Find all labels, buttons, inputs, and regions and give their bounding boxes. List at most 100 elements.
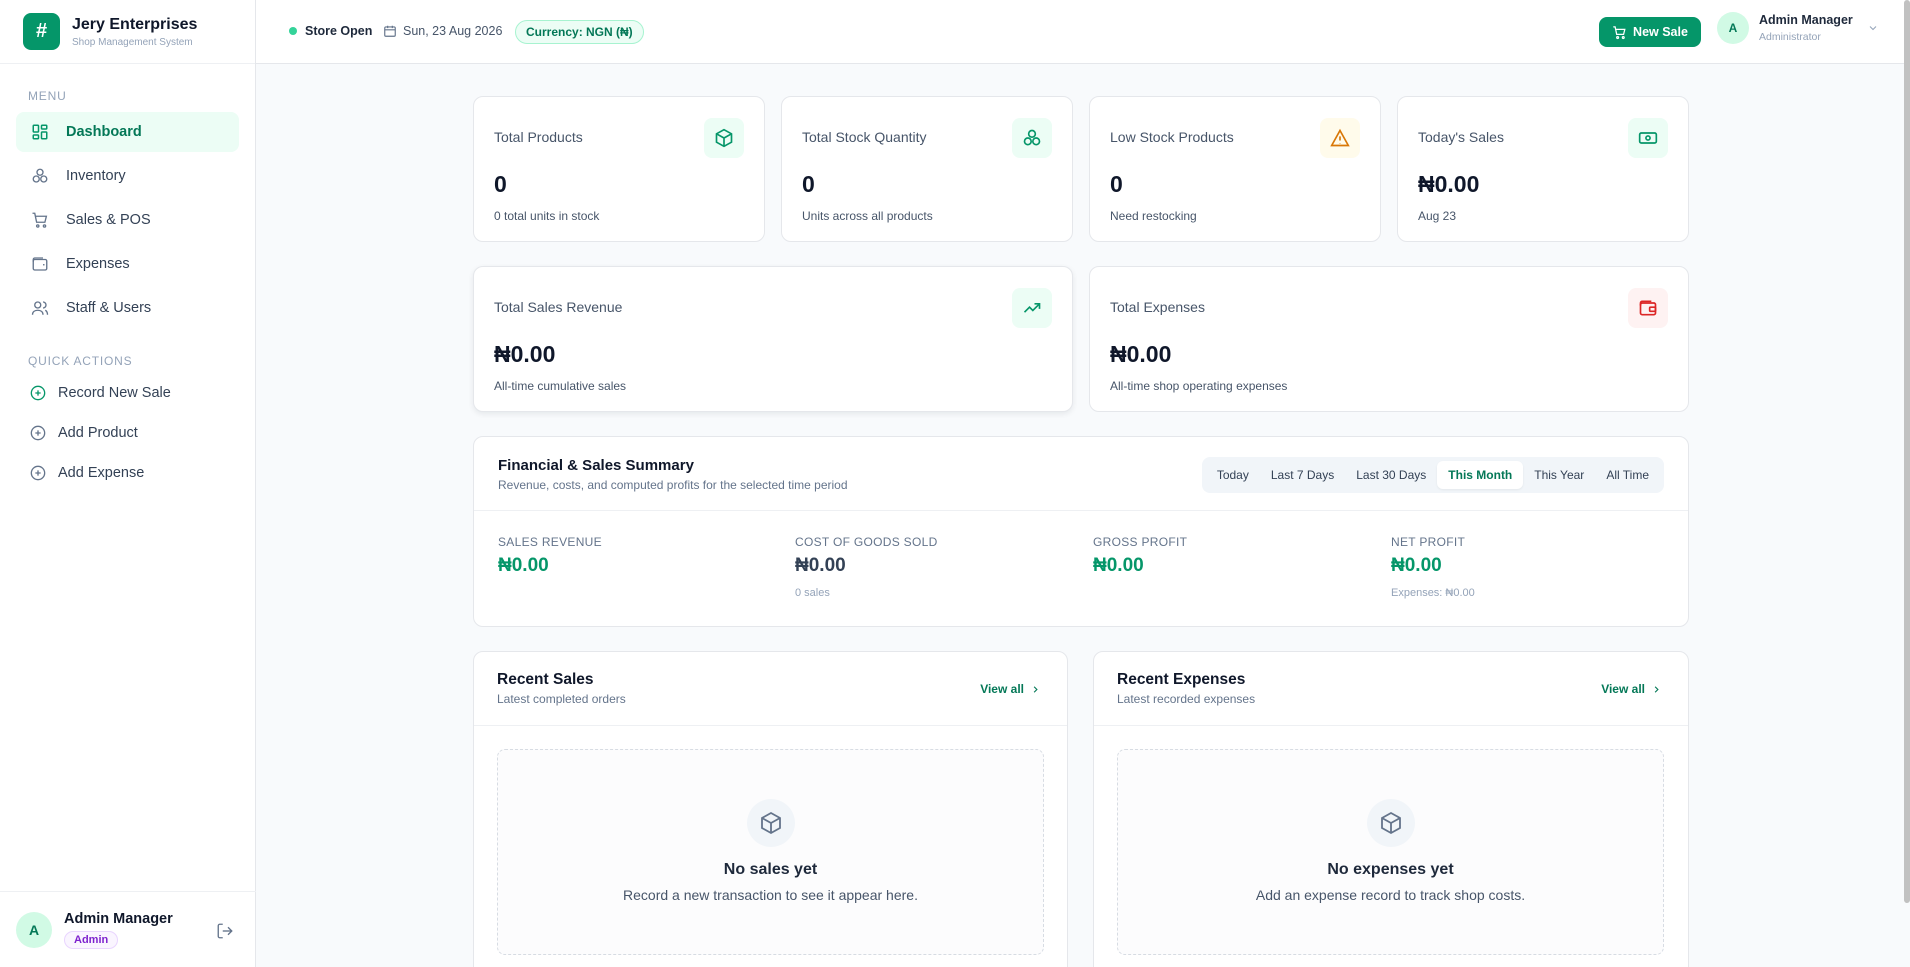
recent-sales-panel: Recent Sales Latest completed orders Vie… bbox=[473, 651, 1068, 967]
view-all-label: View all bbox=[980, 682, 1024, 696]
new-sale-button[interactable]: New Sale bbox=[1599, 17, 1701, 47]
metric-sales-revenue: SALES REVENUE ₦0.00 bbox=[498, 535, 602, 577]
empty-title: No sales yet bbox=[723, 861, 818, 878]
divider bbox=[1094, 725, 1688, 726]
layout-grid-icon bbox=[30, 122, 50, 142]
empty-box-icon bbox=[746, 799, 795, 847]
financial-summary-card: Financial & Sales Summary Revenue, costs… bbox=[473, 436, 1689, 627]
metric-gross-profit: GROSS PROFIT ₦0.00 bbox=[1093, 535, 1187, 577]
stat-title: Total Sales Revenue bbox=[494, 299, 623, 315]
metric-value: ₦0.00 bbox=[498, 555, 549, 576]
recent-expenses-panel: Recent Expenses Latest recorded expenses… bbox=[1093, 651, 1689, 967]
quick-action-label: Add Expense bbox=[58, 465, 145, 481]
stat-card-total-sales-revenue: Total Sales Revenue ₦0.00 All-time cumul… bbox=[473, 266, 1073, 412]
metric-label: COST OF GOODS SOLD bbox=[795, 535, 938, 549]
view-all-sales-link[interactable]: View all bbox=[980, 682, 1041, 696]
empty-subtitle: Record a new transaction to see it appea… bbox=[623, 887, 918, 903]
brand[interactable]: # Jery Enterprises Shop Management Syste… bbox=[0, 0, 255, 64]
tab-this-month[interactable]: This Month bbox=[1437, 461, 1524, 489]
quick-action-label: Record New Sale bbox=[58, 385, 171, 401]
wallet-icon bbox=[30, 254, 50, 274]
metric-label: GROSS PROFIT bbox=[1093, 535, 1188, 549]
sidebar-item-label: Dashboard bbox=[66, 124, 142, 140]
panel-title: Recent Sales bbox=[497, 671, 594, 688]
sidebar-item-inventory[interactable]: Inventory bbox=[16, 156, 239, 196]
plus-circle-icon bbox=[30, 385, 46, 401]
tab-all-time[interactable]: All Time bbox=[1595, 461, 1660, 489]
metric-value: ₦0.00 bbox=[795, 555, 846, 576]
stat-value: 0 bbox=[802, 171, 815, 197]
quick-action-label: Add Product bbox=[58, 425, 138, 441]
empty-box-icon bbox=[1366, 799, 1415, 847]
currency-badge: Currency: NGN (₦) bbox=[515, 20, 644, 44]
stat-subtext: 0 total units in stock bbox=[494, 209, 600, 223]
store-status-text: Store Open bbox=[305, 24, 373, 38]
metric-cost-of-goods-sold: COST OF GOODS SOLD ₦0.00 0 sales bbox=[795, 535, 938, 599]
new-sale-label: New Sale bbox=[1633, 25, 1688, 39]
metric-value: ₦0.00 bbox=[1093, 555, 1144, 576]
stat-subtext: All-time cumulative sales bbox=[494, 379, 627, 393]
divider bbox=[474, 510, 1688, 511]
store-status: Store Open bbox=[289, 24, 372, 38]
page-scrollbar[interactable] bbox=[1904, 0, 1910, 903]
view-all-expenses-link[interactable]: View all bbox=[1601, 682, 1662, 696]
sidebar-item-sales-pos[interactable]: Sales & POS bbox=[16, 200, 239, 240]
divider bbox=[474, 725, 1067, 726]
stat-title: Total Products bbox=[494, 129, 583, 145]
metric-label: SALES REVENUE bbox=[498, 535, 602, 549]
sidebar-item-expenses[interactable]: Expenses bbox=[16, 244, 239, 284]
user-role: Administrator bbox=[1759, 31, 1821, 43]
logout-icon[interactable] bbox=[216, 922, 234, 940]
sidebar-item-dashboard[interactable]: Dashboard bbox=[16, 112, 239, 152]
sidebar-item-staff-users[interactable]: Staff & Users bbox=[16, 288, 239, 328]
chevron-down-icon bbox=[1869, 26, 1877, 31]
tab-today[interactable]: Today bbox=[1206, 461, 1260, 489]
plus-circle-icon bbox=[30, 425, 46, 441]
plus-circle-icon bbox=[30, 465, 46, 481]
tab-last-30-days[interactable]: Last 30 Days bbox=[1345, 461, 1437, 489]
cart-icon bbox=[30, 210, 50, 230]
quick-actions-label: QUICK ACTIONS bbox=[28, 354, 133, 368]
menu-section-label: MENU bbox=[28, 89, 67, 103]
empty-title: No expenses yet bbox=[1327, 861, 1454, 878]
quick-record-new-sale[interactable]: Record New Sale bbox=[30, 385, 171, 401]
stat-value: ₦0.00 bbox=[1418, 171, 1480, 197]
brand-subtitle: Shop Management System bbox=[72, 36, 193, 48]
metric-note: 0 sales bbox=[795, 587, 830, 599]
stat-subtext: Need restocking bbox=[1110, 209, 1197, 223]
stat-card-total-products: Total Products 0 0 total units in stock bbox=[473, 96, 765, 242]
status-dot bbox=[289, 27, 297, 35]
stat-title: Total Stock Quantity bbox=[802, 129, 927, 145]
stat-subtext: Units across all products bbox=[802, 209, 933, 223]
empty-state: No sales yet Record a new transaction to… bbox=[497, 749, 1044, 955]
panel-title: Recent Expenses bbox=[1117, 671, 1246, 688]
user-menu[interactable]: A Admin Manager Administrator bbox=[1717, 12, 1879, 44]
metric-value: ₦0.00 bbox=[1391, 555, 1442, 576]
stat-value: ₦0.00 bbox=[494, 341, 556, 367]
trending-up-icon bbox=[1012, 288, 1052, 328]
empty-subtitle: Add an expense record to track shop cost… bbox=[1255, 887, 1526, 903]
quick-add-expense[interactable]: Add Expense bbox=[30, 465, 144, 481]
user-name: Admin Manager bbox=[1759, 13, 1853, 27]
brand-logo: # bbox=[23, 13, 60, 50]
avatar: A bbox=[16, 911, 52, 948]
boxes-icon bbox=[1012, 118, 1052, 158]
view-all-label: View all bbox=[1601, 682, 1645, 696]
tab-this-year[interactable]: This Year bbox=[1523, 461, 1595, 489]
date-text: Sun, 23 Aug 2026 bbox=[403, 24, 503, 38]
stat-title: Total Expenses bbox=[1110, 299, 1205, 315]
sidebar-item-label: Expenses bbox=[66, 256, 130, 272]
panel-subtitle: Latest recorded expenses bbox=[1117, 692, 1256, 706]
financial-title: Financial & Sales Summary bbox=[498, 457, 694, 474]
role-badge: Admin bbox=[64, 930, 119, 949]
warning-icon bbox=[1320, 118, 1360, 158]
current-date: Sun, 23 Aug 2026 bbox=[383, 24, 502, 38]
wallet-icon bbox=[1628, 288, 1668, 328]
quick-add-product[interactable]: Add Product bbox=[30, 425, 138, 441]
stat-card-total-stock: Total Stock Quantity 0 Units across all … bbox=[781, 96, 1073, 242]
tab-last-7-days[interactable]: Last 7 Days bbox=[1260, 461, 1345, 489]
stat-card-total-expenses: Total Expenses ₦0.00 All-time shop opera… bbox=[1089, 266, 1689, 412]
chevron-right-icon bbox=[1033, 685, 1038, 693]
stat-value: ₦0.00 bbox=[1110, 341, 1172, 367]
sidebar-item-label: Staff & Users bbox=[66, 300, 152, 316]
